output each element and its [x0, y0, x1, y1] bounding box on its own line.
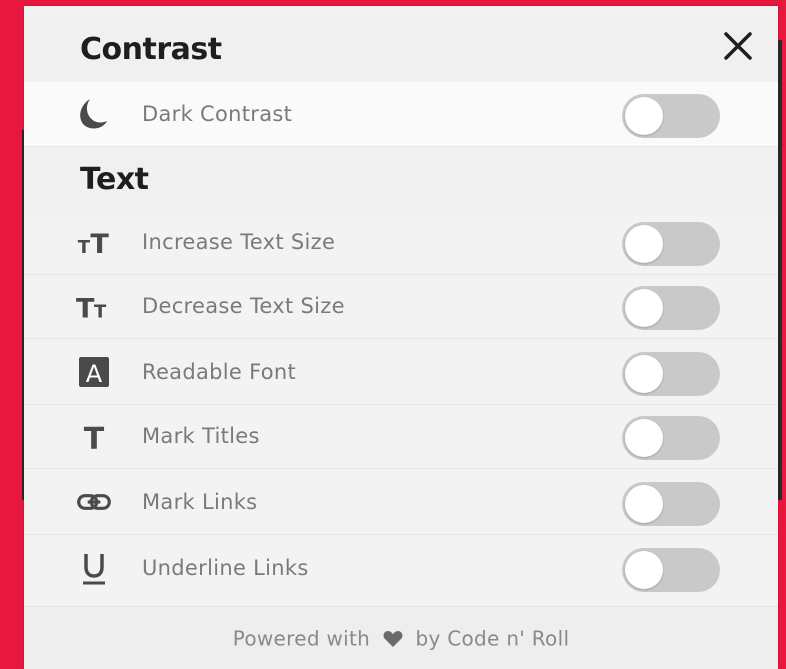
close-icon	[724, 32, 752, 60]
heart-icon	[383, 630, 403, 647]
toggle-knob	[625, 225, 663, 263]
accessibility-panel: Contrast Dark Contrast Text T T Increase…	[24, 6, 778, 669]
toggle-switch[interactable]	[622, 416, 720, 460]
option-mark-links[interactable]: Mark Links	[24, 470, 778, 535]
close-button[interactable]	[718, 26, 758, 66]
contrast-section-header: Contrast	[24, 16, 778, 84]
toggle-knob	[625, 97, 663, 135]
toggle-switch[interactable]	[622, 548, 720, 592]
option-mark-titles[interactable]: T Mark Titles	[24, 404, 778, 469]
option-increase-text-size[interactable]: T T Increase Text Size	[24, 210, 778, 275]
toggle-knob	[625, 355, 663, 393]
toggle-knob	[625, 289, 663, 327]
link-icon	[76, 484, 112, 520]
toggle-switch[interactable]	[622, 94, 720, 138]
svg-text:T: T	[76, 294, 95, 324]
toggle-switch[interactable]	[622, 352, 720, 396]
footer-credit[interactable]: Powered with by Code n' Roll	[24, 625, 778, 651]
svg-text:A: A	[86, 360, 103, 388]
svg-text:T: T	[78, 237, 91, 258]
option-label: Underline Links	[142, 556, 309, 580]
toggle-knob	[625, 419, 663, 457]
text-section-header: Text	[24, 148, 778, 216]
footer: Powered with by Code n' Roll	[24, 606, 778, 669]
text-section-title: Text	[80, 162, 149, 197]
option-label: Readable Font	[142, 360, 297, 384]
option-decrease-text-size[interactable]: T T Decrease Text Size	[24, 274, 778, 339]
toggle-switch[interactable]	[622, 286, 720, 330]
moon-icon	[76, 96, 112, 132]
footer-suffix: by Code n' Roll	[415, 626, 570, 651]
option-underline-links[interactable]: Underline Links	[24, 536, 778, 600]
option-label: Mark Links	[142, 490, 258, 514]
toggle-switch[interactable]	[622, 482, 720, 526]
svg-text:T: T	[90, 229, 109, 260]
title-icon: T	[76, 418, 112, 454]
option-label: Increase Text Size	[142, 230, 336, 254]
option-label: Dark Contrast	[142, 102, 293, 126]
toggle-knob	[625, 485, 663, 523]
svg-text:T: T	[84, 422, 105, 454]
underline-icon	[76, 550, 112, 586]
toggle-knob	[625, 551, 663, 589]
option-readable-font[interactable]: A Readable Font	[24, 340, 778, 405]
svg-text:T: T	[94, 302, 107, 323]
decrease-text-icon: T T	[76, 288, 112, 324]
option-label: Decrease Text Size	[142, 294, 345, 318]
toggle-switch[interactable]	[622, 222, 720, 266]
footer-prefix: Powered with	[232, 626, 371, 651]
contrast-section-title: Contrast	[80, 32, 222, 67]
readable-font-icon: A	[76, 354, 112, 390]
increase-text-icon: T T	[76, 224, 112, 260]
option-dark-contrast[interactable]: Dark Contrast	[24, 82, 778, 147]
option-label: Mark Titles	[142, 424, 260, 448]
